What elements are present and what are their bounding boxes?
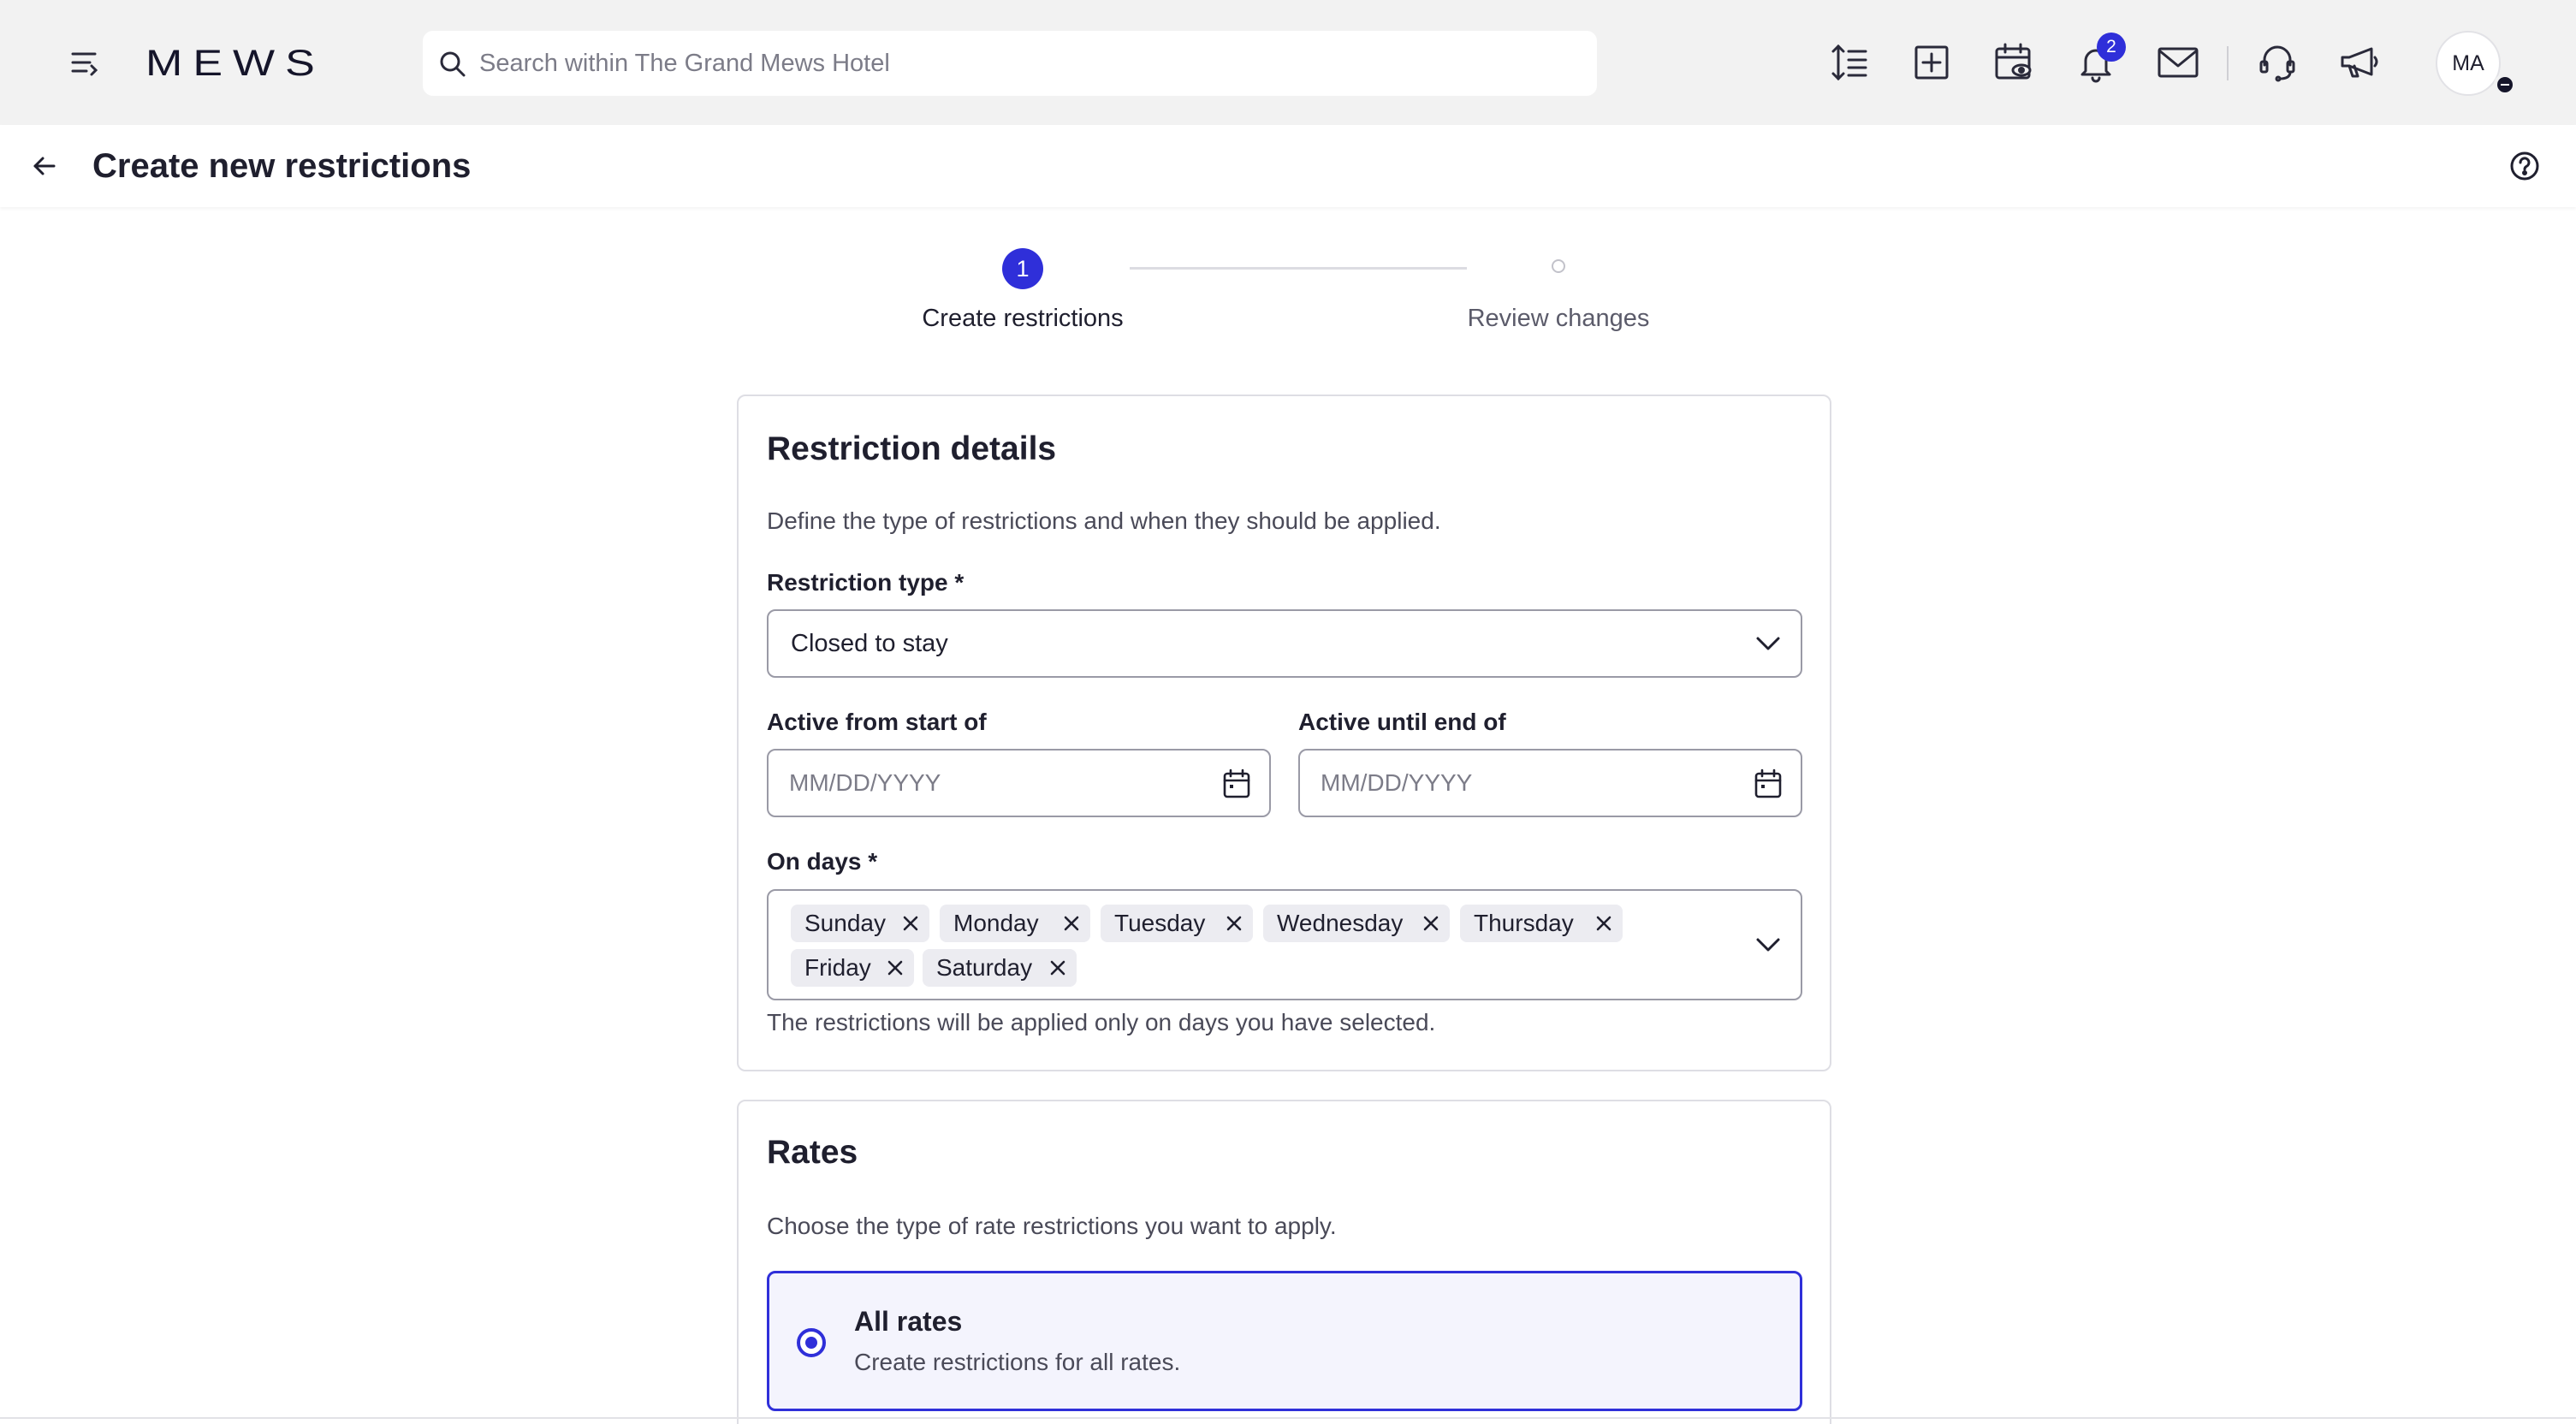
- page-title: Create new restrictions: [92, 147, 472, 185]
- on-days-helper-text: The restrictions will be applied only on…: [767, 1009, 1436, 1035]
- search-input[interactable]: [479, 31, 1583, 96]
- close-icon[interactable]: [1222, 911, 1246, 935]
- close-icon[interactable]: [1419, 911, 1443, 935]
- mail-icon[interactable]: [2155, 39, 2201, 86]
- active-from-label: Active from start of: [767, 709, 987, 735]
- restriction-type-value: Closed to stay: [791, 630, 948, 657]
- day-chip-sunday: Sunday: [791, 905, 929, 942]
- day-chip-monday: Monday: [940, 905, 1090, 942]
- day-chip-tuesday: Tuesday: [1101, 905, 1253, 942]
- stepper-connector: [1130, 267, 1467, 270]
- all-rates-option[interactable]: All rates Create restrictions for all ra…: [767, 1271, 1802, 1411]
- day-chip-saturday: Saturday: [923, 949, 1077, 987]
- all-rates-option-title: All rates: [854, 1306, 963, 1337]
- menu-icon[interactable]: [65, 43, 104, 82]
- all-rates-option-description: Create restrictions for all rates.: [854, 1349, 1181, 1375]
- close-icon[interactable]: [1059, 911, 1083, 935]
- user-avatar[interactable]: MA: [2436, 31, 2501, 96]
- stepper-step-2-indicator: [1552, 259, 1565, 273]
- window-bottom-edge: [0, 1417, 2576, 1419]
- support-headset-icon[interactable]: [2254, 39, 2300, 86]
- active-until-label: Active until end of: [1298, 709, 1506, 735]
- toolbar-divider: [2227, 46, 2229, 80]
- page-header: Create new restrictions: [0, 125, 2576, 207]
- day-chip-friday: Friday: [791, 949, 914, 987]
- stepper-step-2-label: Review changes: [1467, 305, 1650, 332]
- active-until-field[interactable]: [1298, 749, 1802, 817]
- mews-logo[interactable]: MEWS: [145, 44, 325, 83]
- megaphone-icon[interactable]: [2336, 39, 2383, 86]
- calendar-icon[interactable]: [1220, 768, 1253, 800]
- restriction-details-description: Define the type of restrictions and when…: [767, 507, 1441, 534]
- close-icon[interactable]: [899, 911, 923, 935]
- restriction-type-label: Restriction type *: [767, 569, 965, 596]
- help-icon[interactable]: [2506, 147, 2543, 185]
- search-icon: [436, 48, 469, 80]
- chevron-down-icon: [1753, 929, 1784, 960]
- calendar-view-icon[interactable]: [1991, 39, 2037, 86]
- rates-title: Rates: [767, 1134, 858, 1171]
- active-from-field[interactable]: [767, 749, 1271, 817]
- on-days-multiselect[interactable]: Sunday Monday Tuesday Wednesday Thursday…: [767, 889, 1802, 1000]
- active-until-input[interactable]: [1321, 751, 1731, 816]
- stepper-step-1-label: Create restrictions: [922, 305, 1124, 332]
- active-from-input[interactable]: [789, 751, 1200, 816]
- rates-description: Choose the type of rate restrictions you…: [767, 1213, 1337, 1239]
- search-bar[interactable]: [423, 31, 1597, 96]
- back-arrow-icon[interactable]: [26, 147, 63, 185]
- day-chip-thursday: Thursday: [1460, 905, 1623, 942]
- restriction-details-card: Restriction details Define the type of r…: [737, 395, 1831, 1071]
- status-indicator: [2494, 74, 2516, 96]
- notification-badge: 2: [2097, 33, 2126, 62]
- calendar-icon[interactable]: [1752, 768, 1784, 800]
- close-icon[interactable]: [883, 956, 907, 980]
- restriction-type-select[interactable]: Closed to stay: [767, 609, 1802, 678]
- radio-selected-icon[interactable]: [797, 1328, 826, 1357]
- on-days-label: On days *: [767, 848, 878, 875]
- day-chip-wednesday: Wednesday: [1263, 905, 1450, 942]
- add-square-icon[interactable]: [1908, 39, 1955, 86]
- line-height-icon[interactable]: [1826, 39, 1873, 86]
- close-icon[interactable]: [1592, 911, 1616, 935]
- restriction-details-title: Restriction details: [767, 430, 1057, 467]
- close-icon[interactable]: [1046, 956, 1070, 980]
- stepper-step-1-indicator: 1: [1002, 248, 1043, 289]
- top-bar: MEWS 2: [0, 0, 2576, 125]
- rates-card: Rates Choose the type of rate restrictio…: [737, 1100, 1831, 1424]
- chevron-down-icon: [1753, 628, 1784, 659]
